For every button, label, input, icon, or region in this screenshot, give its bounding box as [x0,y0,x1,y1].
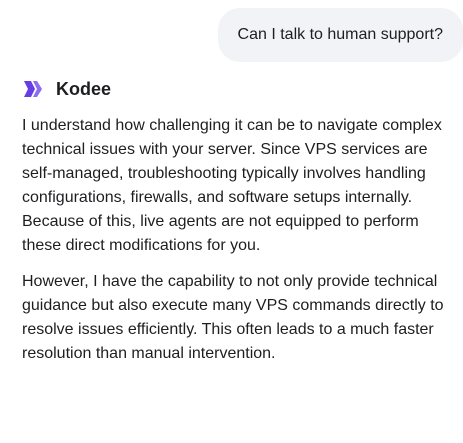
assistant-paragraph: I understand how challenging it can be t… [22,117,442,254]
assistant-header: Kodee [22,76,111,102]
assistant-message: I understand how challenging it can be t… [22,114,452,378]
assistant-paragraph: However, I have the capability to not on… [22,273,444,362]
kodee-logo-icon [22,78,44,100]
assistant-name: Kodee [56,78,112,99]
user-message-row: Can I talk to human support? [0,8,463,62]
user-message-bubble: Can I talk to human support? [217,8,463,62]
